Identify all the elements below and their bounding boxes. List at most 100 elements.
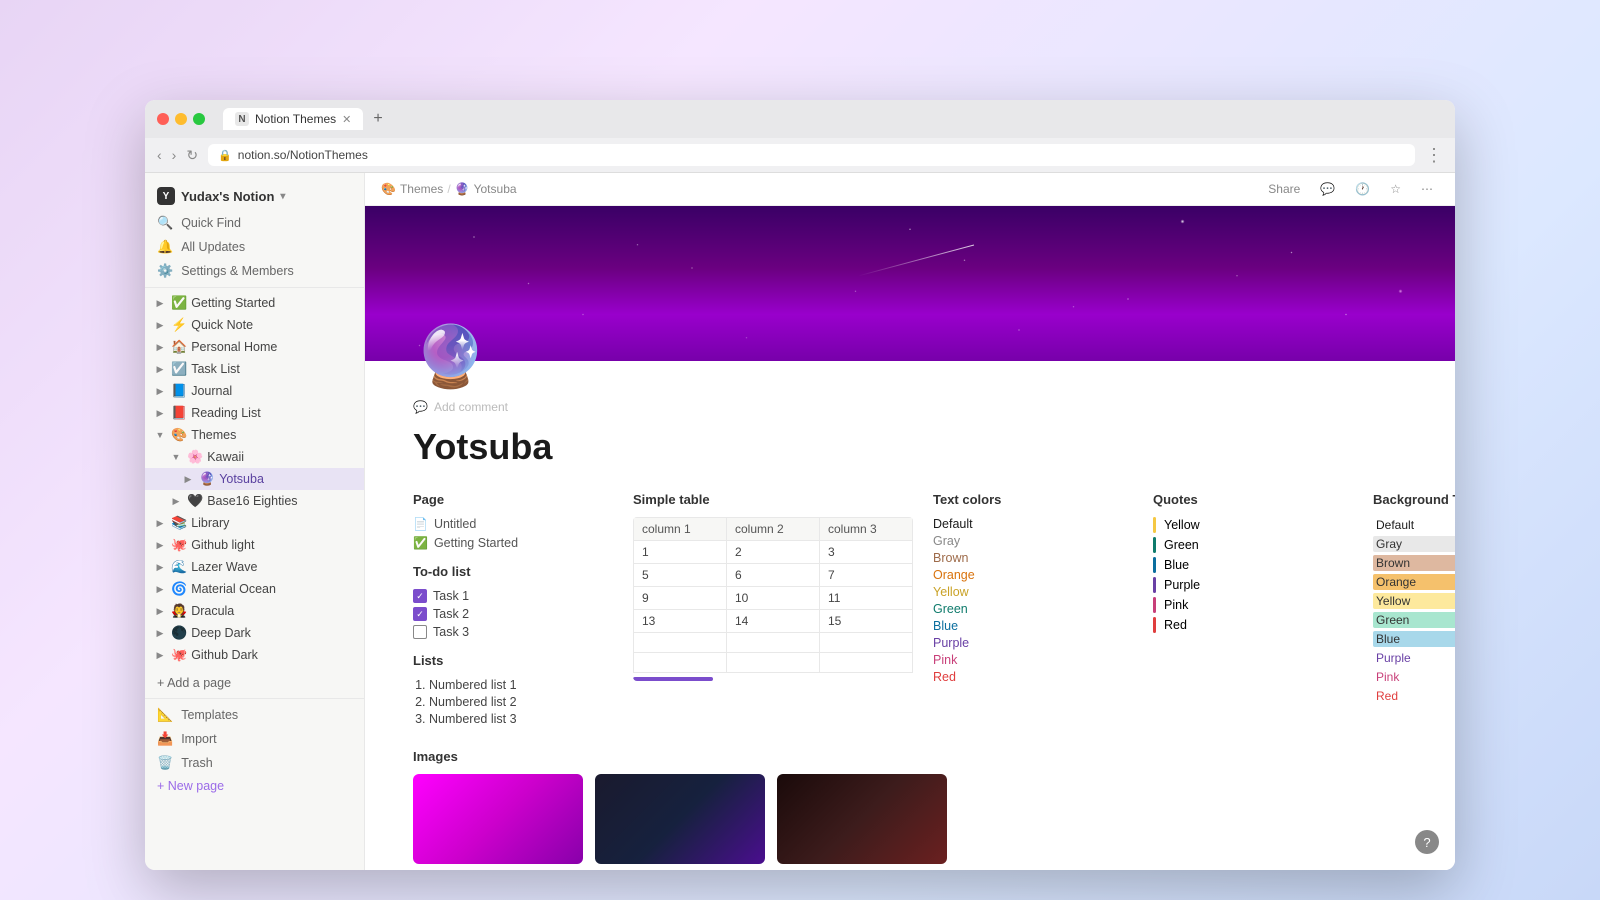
simple-table-wrapper: column 1 column 2 column 3 1 2 [633, 517, 913, 681]
import-button[interactable]: 📥 Import [145, 727, 364, 751]
quote-bar [1153, 557, 1156, 573]
quote-blue: Blue [1153, 557, 1353, 573]
cell: 7 [820, 564, 913, 587]
sidebar-item-label: Reading List [191, 406, 356, 420]
sidebar-item-journal[interactable]: ▶ 📘 Journal [145, 380, 364, 402]
back-button[interactable]: ‹ [157, 147, 162, 163]
minimize-button[interactable] [175, 113, 187, 125]
add-comment-label: Add comment [434, 400, 508, 414]
images-section: Images [413, 749, 1407, 864]
maximize-button[interactable] [193, 113, 205, 125]
todo-item-3[interactable]: Task 3 [413, 625, 613, 639]
quote-label: Purple [1164, 578, 1200, 592]
text-color-red: Red [933, 670, 1133, 684]
add-page-button[interactable]: + Add a page [145, 672, 364, 694]
nav-toggle-icon: ▶ [153, 362, 167, 376]
sidebar-item-dracula[interactable]: ▶ 🧛 Dracula [145, 600, 364, 622]
todo-item-2[interactable]: ✓ Task 2 [413, 607, 613, 621]
yotsuba-emoji: 🔮 [455, 182, 470, 196]
sidebar-item-github-dark[interactable]: ▶ 🐙 Github Dark [145, 644, 364, 666]
breadcrumb-yotsuba[interactable]: 🔮 Yotsuba [455, 182, 517, 196]
sidebar-item-reading-list[interactable]: ▶ 📕 Reading List [145, 402, 364, 424]
sidebar-item-github-light[interactable]: ▶ 🐙 Github light [145, 534, 364, 556]
sidebar-item-material-ocean[interactable]: ▶ 🌀 Material Ocean [145, 578, 364, 600]
page-icon[interactable]: 🔮 [413, 321, 488, 392]
templates-button[interactable]: 📐 Templates [145, 703, 364, 727]
nav-emoji: 🌀 [171, 581, 187, 597]
quote-purple: Purple [1153, 577, 1353, 593]
forward-button[interactable]: › [172, 147, 177, 163]
quotes-section: Quotes Yellow Green Blue [1153, 492, 1353, 729]
quote-label: Green [1164, 538, 1199, 552]
tab-close-button[interactable]: ✕ [342, 113, 351, 126]
page-link-getting-started[interactable]: ✅ Getting Started [413, 536, 613, 550]
image-thumb-1[interactable] [413, 774, 583, 864]
new-page-button[interactable]: + New page [145, 775, 364, 797]
cell-empty [727, 653, 820, 673]
quote-yellow: Yellow [1153, 517, 1353, 533]
todo-item-1[interactable]: ✓ Task 1 [413, 589, 613, 603]
page-scroll[interactable]: 🔮 💬 Add comment Yotsuba Page � [365, 206, 1455, 870]
lock-icon: 🔒 [218, 149, 232, 162]
browser-tab[interactable]: N Notion Themes ✕ [223, 108, 363, 130]
sidebar-quick-find[interactable]: 🔍 Quick Find [145, 211, 364, 235]
nav-emoji: 🐙 [171, 647, 187, 663]
sidebar-item-label: Material Ocean [191, 582, 356, 596]
sidebar-settings-label: Settings & Members [181, 264, 294, 278]
more-options-button[interactable]: ⋯ [1415, 179, 1439, 199]
page-link-untitled[interactable]: 📄 Untitled [413, 517, 613, 531]
sidebar-item-kawaii[interactable]: ▼ 🌸 Kawaii [145, 446, 364, 468]
main-content: 🎨 Themes / 🔮 Yotsuba Share 💬 🕐 ☆ ⋯ [365, 173, 1455, 870]
sidebar-settings[interactable]: ⚙️ Settings & Members [145, 259, 364, 283]
sidebar-item-label: Lazer Wave [191, 560, 356, 574]
sidebar-item-label: Kawaii [207, 450, 356, 464]
sidebar-item-deep-dark[interactable]: ▶ 🌑 Deep Dark [145, 622, 364, 644]
cell: 2 [727, 541, 820, 564]
images-row [413, 774, 1407, 864]
todo-label-2: Task 2 [433, 607, 469, 621]
sidebar-item-base16[interactable]: ▶ 🖤 Base16 Eighties [145, 490, 364, 512]
add-comment-button[interactable]: 💬 Add comment [413, 400, 1407, 414]
star-button[interactable]: ☆ [1384, 179, 1407, 199]
templates-label: Templates [181, 708, 238, 722]
sidebar-item-themes[interactable]: ▼ 🎨 Themes [145, 424, 364, 446]
browser-more-button[interactable]: ⋮ [1425, 145, 1443, 166]
clock-button[interactable]: 🕐 [1349, 179, 1376, 199]
sidebar-item-personal-home[interactable]: ▶ 🏠 Personal Home [145, 336, 364, 358]
new-tab-button[interactable]: + [367, 108, 388, 130]
sidebar-all-updates[interactable]: 🔔 All Updates [145, 235, 364, 259]
trash-button[interactable]: 🗑️ Trash [145, 751, 364, 775]
table-scrollbar[interactable] [633, 677, 713, 681]
todo-checkbox-3[interactable] [413, 625, 427, 639]
simple-table-section: Simple table column 1 column 2 column 3 [633, 492, 913, 729]
todo-checkbox-1[interactable]: ✓ [413, 589, 427, 603]
image-thumb-3[interactable] [777, 774, 947, 864]
nav-emoji: 🐙 [171, 537, 187, 553]
sidebar-item-quick-note[interactable]: ▶ ⚡ Quick Note [145, 314, 364, 336]
list-item-2: Numbered list 2 [429, 695, 613, 709]
url-bar[interactable]: 🔒 notion.so/NotionThemes [208, 144, 1415, 166]
breadcrumb-themes[interactable]: 🎨 Themes [381, 182, 443, 196]
sidebar-item-lazer-wave[interactable]: ▶ 🌊 Lazer Wave [145, 556, 364, 578]
sidebar-item-library[interactable]: ▶ 📚 Library [145, 512, 364, 534]
cell: 10 [727, 587, 820, 610]
bg-text-green: Green [1373, 612, 1455, 628]
workspace-switcher[interactable]: Y Yudax's Notion ▾ [145, 181, 364, 211]
sidebar-item-getting-started[interactable]: ▶ ✅ Getting Started [145, 292, 364, 314]
help-button[interactable]: ? [1415, 830, 1439, 854]
table-row: 1 2 3 [634, 541, 913, 564]
sidebar-item-yotsuba[interactable]: ▶ 🔮 Yotsuba [145, 468, 364, 490]
share-button[interactable]: Share [1262, 179, 1306, 199]
refresh-button[interactable]: ↻ [186, 147, 198, 164]
table-row: 9 10 11 [634, 587, 913, 610]
todo-checkbox-2[interactable]: ✓ [413, 607, 427, 621]
text-color-purple: Purple [933, 636, 1133, 650]
quote-label: Red [1164, 618, 1187, 632]
search-icon: 🔍 [157, 215, 173, 231]
comment-button[interactable]: 💬 [1314, 179, 1341, 199]
close-button[interactable] [157, 113, 169, 125]
image-thumb-2[interactable] [595, 774, 765, 864]
add-page-label: + Add a page [157, 676, 231, 690]
sidebar-item-task-list[interactable]: ▶ ☑️ Task List [145, 358, 364, 380]
text-color-yellow: Yellow [933, 585, 1133, 599]
